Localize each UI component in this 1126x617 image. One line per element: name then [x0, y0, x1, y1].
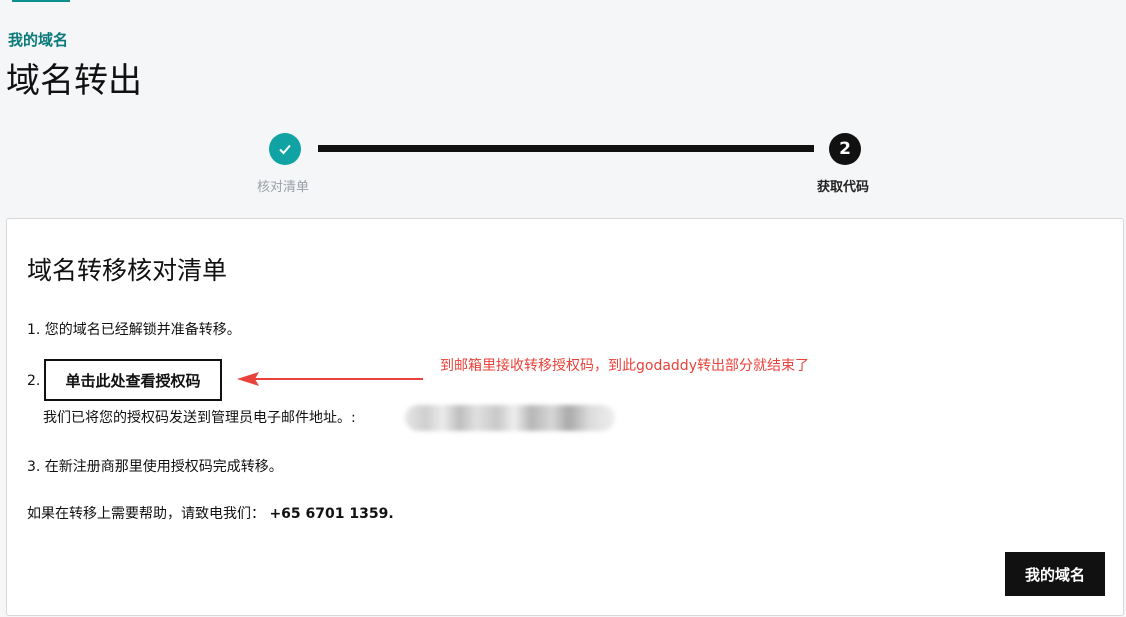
redacted-admin-email — [405, 405, 615, 431]
checklist-item-1: 1. 您的域名已经解锁并准备转移。 — [27, 322, 241, 338]
card-title: 域名转移核对清单 — [27, 256, 228, 285]
step-2-current: 2 — [829, 133, 861, 165]
check-icon — [279, 144, 291, 155]
help-text: 如果在转移上需要帮助，请致电我们： — [27, 506, 265, 522]
breadcrumb-my-domains[interactable]: 我的域名 — [8, 29, 68, 50]
stepper-progress-line — [318, 145, 814, 152]
help-line: 如果在转移上需要帮助，请致电我们： +65 6701 1359. — [27, 503, 394, 523]
checklist-item-3: 3. 在新注册商那里使用授权码完成转移。 — [27, 459, 283, 475]
annotation-arrow-icon — [237, 372, 423, 386]
transfer-checklist-card: 域名转移核对清单 1. 您的域名已经解锁并准备转移。 2. 单击此处查看授权码 … — [6, 218, 1124, 616]
my-domains-button[interactable]: 我的域名 — [1005, 552, 1105, 596]
checklist-item-2-number: 2. — [27, 373, 41, 389]
view-auth-code-button[interactable]: 单击此处查看授权码 — [44, 359, 222, 401]
auth-code-sent-text: 我们已将您的授权码发送到管理员电子邮件地址。: — [43, 410, 356, 426]
top-accent-line — [12, 0, 70, 2]
step-2-label: 获取代码 — [817, 180, 870, 195]
annotation-text: 到邮箱里接收转移授权码，到此godaddy转出部分就结束了 — [440, 358, 809, 374]
step-1-complete — [269, 133, 301, 165]
page-title: 域名转出 — [6, 61, 142, 101]
step-1-label: 核对清单 — [257, 180, 310, 195]
help-phone-number[interactable]: +65 6701 1359. — [269, 506, 393, 522]
